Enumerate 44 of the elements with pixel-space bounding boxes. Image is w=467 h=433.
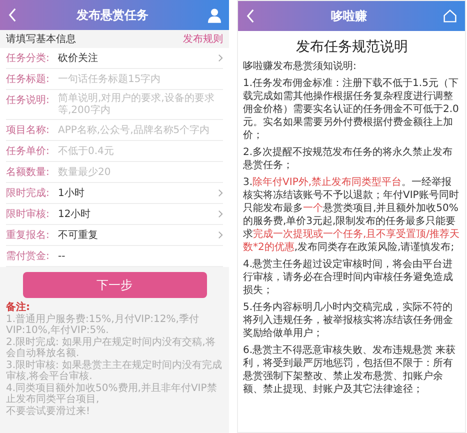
field-label: 任务单价: bbox=[6, 144, 50, 158]
field-label: 任务说明: bbox=[6, 94, 50, 107]
field-label: 限时审核: bbox=[6, 208, 50, 221]
rule-paragraph: 1.任务发布佣金标准：注册下载不低于1.5元（下载完成如需其他操作根据任务复杂程度进行调整佣金价格）需要实名认证的任务佣金不可低于2.0元。实名如果需要另外付费根据付费金额往上加价； bbox=[243, 77, 460, 142]
next-button[interactable]: 下一步 bbox=[22, 272, 206, 298]
field-value: -- bbox=[58, 250, 66, 262]
back-icon[interactable] bbox=[246, 9, 255, 23]
field-label: 重复报名: bbox=[6, 228, 50, 242]
select-field[interactable]: 1小时 bbox=[58, 186, 218, 200]
notes-title: 备注: bbox=[6, 302, 31, 314]
screen-title: 发布悬赏任务 bbox=[76, 6, 148, 24]
user-icon[interactable] bbox=[208, 8, 221, 22]
note-text: 1.普通用户服务费:15%,月付VIP:12%,季付VIP:10%,年付VIP:5%. bbox=[6, 314, 200, 336]
field-label: 限时完成: bbox=[6, 186, 50, 200]
chevron-icon bbox=[218, 189, 223, 197]
rule-paragraph: 5.任务内容标明几小时内交稿完成，实际不符的将列入违规任务，被举报核实将冻结该任务佣金奖励给做单用户； bbox=[243, 301, 454, 340]
select-field[interactable]: 砍价关注 bbox=[58, 51, 218, 65]
note-text: 2.限时完成: 如果用户在规定时间内没有交稿,将会自动释放名额. bbox=[6, 336, 216, 360]
note-text: 4.同类项目额外加收50%费用,并且非年付VIP禁止发布同类平台项目, bbox=[6, 382, 218, 406]
rule-paragraph: 3.除年付VIP外,禁止发布同类型平台。一经举报核实将冻结该账号不予以退款；年付VIP账号同时只能发布最多一个悬赏类项目,并且额外加收50%的服务费,单价3元起,限制发布的任务最多只能要求完成一次提现或一个任务,且不享受置顶/推荐天数*2的优惠,发布同类存在政策风险,请谨慎发布; bbox=[243, 176, 461, 254]
chevron-icon bbox=[218, 210, 223, 218]
section-title: 请填写基本信息 bbox=[6, 32, 76, 46]
rule-paragraph: 4.悬赏主任务超过设定审核时间，将会由平台进行审核，请务必在合理时间内审核任务避免造成损失； bbox=[243, 258, 454, 297]
field-label: 需付赏金: bbox=[6, 250, 50, 263]
back-icon[interactable] bbox=[8, 8, 17, 22]
field-label: 名额数量: bbox=[6, 166, 50, 179]
chevron-icon bbox=[218, 54, 223, 62]
select-field[interactable]: 12小时 bbox=[58, 207, 218, 221]
home-icon[interactable] bbox=[443, 9, 457, 23]
intro-text: 哆啦赚发布悬赏须知说明: bbox=[243, 60, 358, 73]
field-label: 项目名称: bbox=[6, 124, 50, 137]
note-text: 不要尝试要滑过来! bbox=[6, 406, 92, 417]
rule-paragraph: 6.悬赏主不得恶意审核失败、发布违规悬赏 来获利，将受到最严厉地惩罚，包括但不限于：所有悬赏强制下架整改、禁止发布悬赏、扣账户余额、禁止提现、封账户及其它法律途径； bbox=[243, 344, 457, 396]
chevron-icon bbox=[218, 231, 223, 239]
screen-title: 哆啦赚 bbox=[331, 8, 367, 24]
input-field[interactable]: 不低于0.4元 bbox=[58, 146, 223, 156]
document-title: 发布任务规范说明 bbox=[295, 38, 409, 56]
rule-paragraph: 2.多次提醒不按规范发布任务的将永久禁止发布悬赏任务； bbox=[243, 146, 454, 172]
field-label: 任务分类: bbox=[6, 52, 50, 65]
rules-link[interactable]: 发布规则 bbox=[183, 32, 223, 46]
note-text: 3.限时审核: 如果悬赏主主在规定时间内没有完成审核,将会平台审核. bbox=[6, 360, 223, 382]
field-label: 任务标题: bbox=[6, 72, 50, 86]
input-field[interactable]: 数量最少20 bbox=[58, 166, 223, 178]
select-field[interactable]: 不可重复 bbox=[58, 228, 218, 242]
